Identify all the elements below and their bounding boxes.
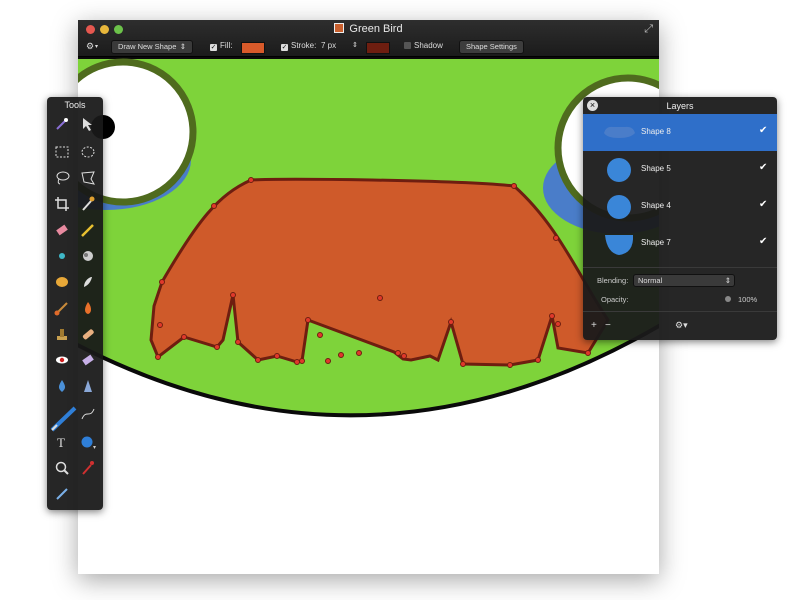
sharpen-icon[interactable]: [79, 377, 97, 395]
layers-panel: × Layers Shape 8 ✔ Shape 5 ✔ Shape 4 ✔ S…: [583, 97, 777, 340]
layer-thumbnail: [607, 195, 631, 219]
drop-icon[interactable]: [53, 377, 71, 395]
stroke-label: Stroke:: [291, 41, 317, 50]
tools-panel: Tools T: [47, 97, 103, 510]
stroke-size-stepper[interactable]: ⇕: [352, 41, 358, 49]
gear-dropdown-icon[interactable]: ▾: [95, 43, 98, 50]
chevron-updown-icon: ⇕: [179, 42, 186, 51]
fill-checkbox-group[interactable]: ✓ Fill:: [210, 41, 232, 51]
shape-toolbar: ⚙ ▾ Draw New Shape ⇕ ✓ Fill: ✓ Stroke: 7 px…: [78, 38, 659, 56]
red-eye-icon[interactable]: [53, 351, 71, 369]
layers-panel-title: Layers: [666, 101, 694, 111]
opacity-value: 100%: [738, 295, 758, 304]
mode-select-value: Draw New Shape: [118, 42, 177, 51]
mode-select[interactable]: Draw New Shape ⇕: [111, 40, 193, 54]
shape-tool-icon[interactable]: [79, 433, 97, 451]
chevron-updown-icon: ⇕: [724, 276, 731, 285]
layer-row[interactable]: Shape 5 ✔: [583, 151, 777, 188]
stroke-color-well[interactable]: [366, 42, 390, 54]
layer-visibility-checkbox[interactable]: ✔: [759, 236, 767, 247]
shadow-checkbox[interactable]: [404, 42, 411, 49]
color-picker-icon[interactable]: [79, 459, 97, 477]
gear-icon[interactable]: ⚙▾: [675, 320, 688, 331]
pen-tool-icon[interactable]: [49, 403, 79, 433]
eyedropper-icon[interactable]: [79, 195, 97, 213]
fullscreen-icon[interactable]: ⤢: [644, 23, 653, 36]
layer-thumbnail: [605, 235, 634, 255]
layer-thumbnail: [607, 158, 631, 182]
layer-name: Shape 4: [641, 201, 671, 210]
zoom-icon[interactable]: [53, 459, 71, 477]
fill-label: Fill:: [220, 41, 233, 50]
layer-name: Shape 8: [641, 127, 671, 136]
polygon-lasso-icon[interactable]: [79, 169, 97, 187]
panel-divider: [583, 311, 777, 312]
stroke-size-field[interactable]: 7 px: [321, 41, 336, 50]
panel-divider: [583, 267, 777, 268]
drawing-canvas[interactable]: [78, 57, 659, 574]
opacity-label: Opacity:: [601, 295, 629, 304]
ellipse-select-icon[interactable]: [79, 143, 97, 161]
burn-icon[interactable]: [79, 273, 97, 291]
smudge-icon[interactable]: [79, 247, 97, 265]
layer-name: Shape 5: [641, 164, 671, 173]
layer-visibility-checkbox[interactable]: ✔: [759, 162, 767, 173]
crop-icon[interactable]: [53, 195, 71, 213]
gradient-eraser-icon[interactable]: [79, 351, 97, 369]
window-title: Green Bird: [349, 23, 403, 35]
layer-visibility-checkbox[interactable]: ✔: [759, 125, 767, 136]
bandage-icon[interactable]: [79, 325, 97, 343]
window-title-container: Green Bird: [78, 23, 659, 35]
move-select-icon[interactable]: [79, 115, 97, 133]
shadow-checkbox-group[interactable]: Shadow: [404, 41, 443, 50]
sponge-icon[interactable]: [53, 273, 71, 291]
rect-select-icon[interactable]: [53, 143, 71, 161]
layer-row[interactable]: Shape 4 ✔: [583, 188, 777, 225]
layer-name: Shape 7: [641, 238, 671, 247]
blending-select[interactable]: Normal ⇕: [633, 274, 735, 287]
add-layer-icon[interactable]: +: [591, 320, 597, 331]
curve-pen-icon[interactable]: [79, 405, 97, 423]
stroke-checkbox-group[interactable]: ✓ Stroke:: [281, 41, 316, 51]
shape-settings-button[interactable]: Shape Settings: [459, 40, 524, 54]
document-window: Green Bird ⤢ ⚙ ▾ Draw New Shape ⇕ ✓ Fill: …: [78, 20, 659, 574]
clone-stamp-icon[interactable]: [53, 325, 71, 343]
blending-label: Blending:: [597, 276, 629, 285]
fill-color-well[interactable]: [241, 42, 265, 54]
text-tool-icon[interactable]: T: [53, 433, 71, 451]
lasso-icon[interactable]: [53, 169, 71, 187]
layer-row[interactable]: Shape 8 ✔: [583, 114, 777, 151]
svg-text:T: T: [57, 435, 65, 450]
shadow-label: Shadow: [414, 41, 443, 50]
flame-icon[interactable]: [79, 299, 97, 317]
pencil-icon[interactable]: [79, 221, 97, 239]
gear-icon[interactable]: ⚙: [86, 41, 94, 52]
opacity-slider[interactable]: [725, 296, 731, 302]
document-icon: [334, 23, 345, 33]
brush-icon[interactable]: [53, 299, 71, 317]
window-titlebar: Green Bird ⤢ ⚙ ▾ Draw New Shape ⇕ ✓ Fill: …: [78, 20, 659, 57]
eraser-icon[interactable]: [53, 221, 71, 239]
layer-visibility-checkbox[interactable]: ✔: [759, 199, 767, 210]
layer-row[interactable]: Shape 7 ✔: [583, 225, 777, 262]
line-tool-icon[interactable]: [53, 485, 71, 503]
magic-wand-icon[interactable]: [53, 115, 71, 133]
blending-value: Normal: [638, 276, 663, 285]
fill-checkbox[interactable]: ✓: [210, 44, 217, 51]
remove-layer-icon[interactable]: −: [605, 320, 611, 331]
layer-thumbnail: [604, 126, 635, 138]
tools-panel-title: Tools: [64, 100, 86, 110]
blur-icon[interactable]: [53, 247, 71, 265]
stroke-checkbox[interactable]: ✓: [281, 44, 288, 51]
